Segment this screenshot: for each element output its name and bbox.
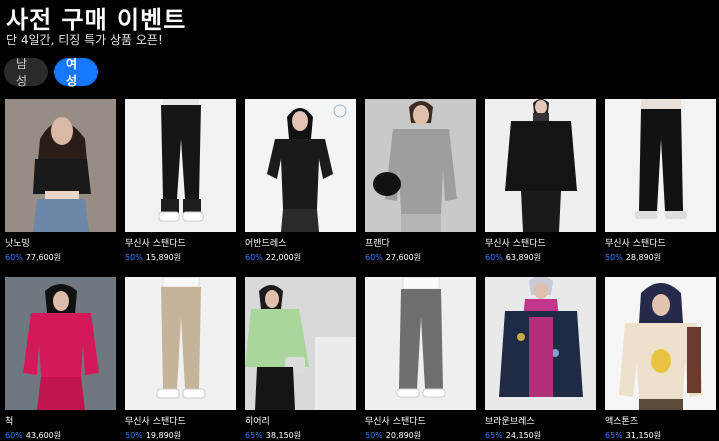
product-card[interactable]: 액스톤즈 65% 31,150원	[605, 277, 716, 441]
product-image[interactable]	[485, 99, 596, 232]
product-image[interactable]	[125, 99, 236, 232]
product-card[interactable]: 무신사 스탠다드 50% 19,890원	[125, 277, 236, 441]
product-brand: 액스톤즈	[605, 417, 639, 427]
page-title: 사전 구매 이벤트	[6, 6, 187, 34]
sale-price: 77,600원	[25, 253, 62, 262]
product-price-row: 50% 15,890원	[125, 252, 236, 263]
product-card[interactable]: 어반드레스 60% 22,000원	[245, 99, 356, 263]
product-price-row: 60% 22,000원	[245, 252, 356, 263]
discount-rate: 50%	[605, 253, 623, 262]
product-brand: 척	[5, 417, 14, 427]
product-card[interactable]: 무신사 스탠다드 50% 15,890원	[125, 99, 236, 263]
product-brand: 무신사 스탠다드	[125, 239, 186, 249]
sale-price: 22,000원	[265, 253, 302, 262]
product-price-row: 50% 19,890원	[125, 430, 236, 441]
product-image[interactable]	[485, 277, 596, 410]
product-price-row: 60% 27,600원	[365, 252, 476, 263]
product-brand: 무신사 스탠다드	[125, 417, 186, 427]
product-brand: 무신사 스탠다드	[605, 239, 666, 249]
product-image[interactable]	[245, 277, 356, 410]
product-price-row: 65% 24,150원	[485, 430, 596, 441]
discount-rate: 60%	[485, 253, 503, 262]
sale-price: 63,890원	[505, 253, 542, 262]
product-image[interactable]	[125, 277, 236, 410]
product-brand: 낫노밍	[5, 239, 30, 249]
product-brand: 프랜다	[365, 239, 390, 249]
product-card[interactable]: 프랜다 60% 27,600원	[365, 99, 476, 263]
product-brand: 무신사 스탠다드	[485, 239, 546, 249]
product-price-row: 50% 28,890원	[605, 252, 716, 263]
product-card[interactable]: 척 60% 43,600원	[5, 277, 116, 441]
sale-price: 28,890원	[625, 253, 662, 262]
discount-rate: 60%	[245, 253, 263, 262]
product-image[interactable]	[365, 277, 476, 410]
product-image[interactable]	[245, 99, 356, 232]
product-image[interactable]	[5, 277, 116, 410]
product-image[interactable]	[605, 99, 716, 232]
product-brand: 히어리	[245, 417, 270, 427]
product-image[interactable]	[365, 99, 476, 232]
product-card[interactable]: 무신사 스탠다드 50% 28,890원	[605, 99, 716, 263]
product-price-row: 50% 20,890원	[365, 430, 476, 441]
discount-rate: 60%	[5, 253, 23, 262]
product-brand: 어반드레스	[245, 239, 287, 249]
product-price-row: 65% 31,150원	[605, 430, 716, 441]
tab-men[interactable]: 남성	[4, 57, 48, 88]
product-card[interactable]: 무신사 스탠다드 50% 20,890원	[365, 277, 476, 441]
product-card[interactable]: 브라운브레스 65% 24,150원	[485, 277, 596, 441]
discount-rate: 50%	[125, 253, 143, 262]
tab-women[interactable]: 여성	[54, 57, 98, 88]
product-card[interactable]: 히어리 65% 38,150원	[245, 277, 356, 441]
product-grid: 낫노밍 60% 77,600원 무신사 스탠다드 50% 15,890원 어반드…	[5, 99, 716, 441]
product-price-row: 60% 77,600원	[5, 252, 116, 263]
product-image[interactable]	[5, 99, 116, 232]
product-brand: 브라운브레스	[485, 417, 535, 427]
sale-price: 27,600원	[385, 253, 422, 262]
product-price-row: 60% 43,600원	[5, 430, 116, 441]
product-image[interactable]	[605, 277, 716, 410]
gender-tabs: 남성 여성	[4, 57, 98, 88]
product-price-row: 65% 38,150원	[245, 430, 356, 441]
sale-price: 15,890원	[145, 253, 182, 262]
product-price-row: 60% 63,890원	[485, 252, 596, 263]
product-brand: 무신사 스탠다드	[365, 417, 426, 427]
page-subtitle: 단 4일간, 티징 특가 상품 오픈!	[6, 33, 163, 47]
product-card[interactable]: 낫노밍 60% 77,600원	[5, 99, 116, 263]
discount-rate: 60%	[365, 253, 383, 262]
product-card[interactable]: 무신사 스탠다드 60% 63,890원	[485, 99, 596, 263]
